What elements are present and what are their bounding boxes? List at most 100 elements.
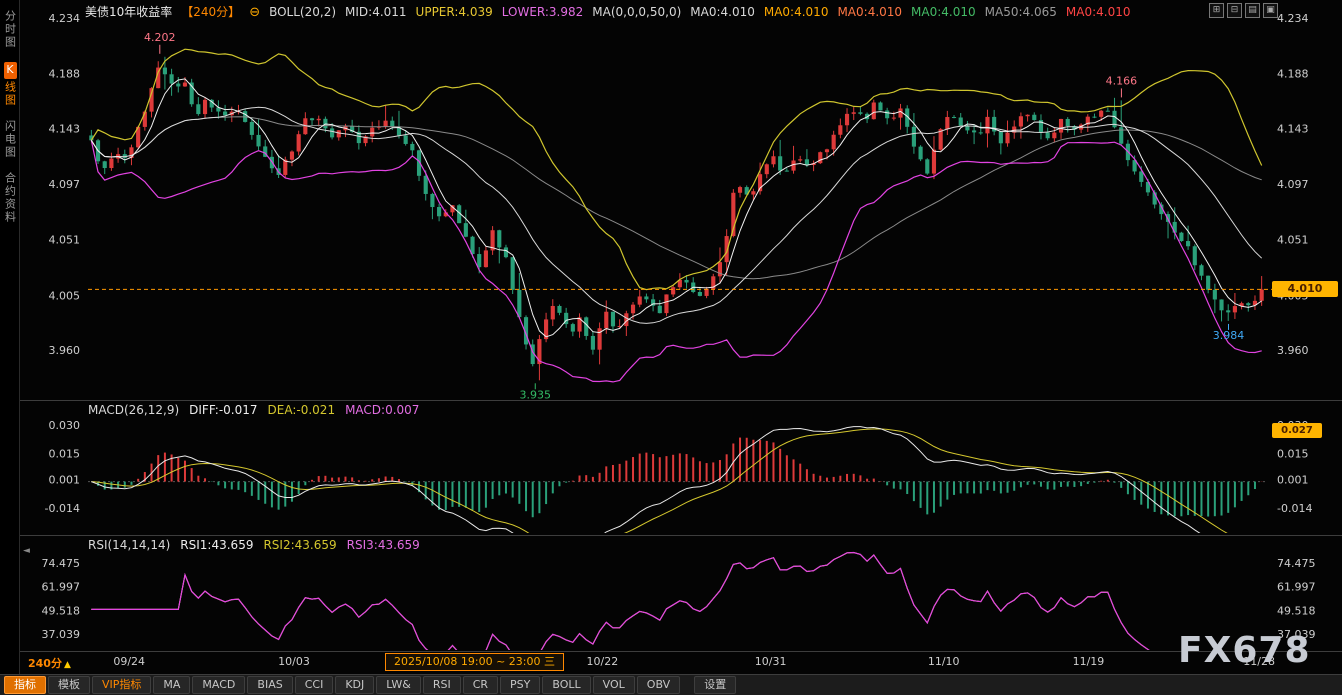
axis-tick-label: 4.051 [49,234,81,247]
axis-tick-label: 0.001 [49,474,81,487]
zoom-out-icon[interactable]: ⊖ [249,5,260,20]
axis-tick-label: 0.015 [1277,447,1309,460]
tab-kdj[interactable]: KDJ [335,676,374,694]
layout-grid-icon[interactable]: ⊞ [1209,3,1224,18]
rsi-header: RSI(14,14,14)RSI1:43.659RSI2:43.659RSI3:… [88,538,430,552]
tab-vol[interactable]: VOL [593,676,635,694]
rsi3-value: RSI3:43.659 [347,538,420,552]
axis-tick-label: 0.015 [49,447,81,460]
period-arrow-icon: ▲ [64,660,71,670]
date-label: 09/24 [113,655,145,668]
indicator-header-bar: 美债10年收益率【240分】 ⊖ BOLL(20,2) MID:4.011 UPPER:… [20,0,1342,22]
price-annotation: 4.166 [1106,74,1138,87]
macd-value: MACD:0.007 [345,403,419,417]
sidebar-item-kline-chart[interactable]: K 线图 [1,62,19,107]
boll-lower-value: LOWER:3.982 [502,5,584,19]
axis-tick-label: 4.097 [49,178,81,191]
indicator-toolbar: 指标模板VIP指标MAMACDBIASCCIKDJLW&RSICRPSYBOLL… [0,674,1342,695]
chart-type-sidebar: 分时图 K 线图闪电图合约资料 [0,0,20,674]
axis-tick-label: 0.030 [49,419,81,432]
rsi1-value: RSI1:43.659 [180,538,253,552]
sidebar-item-label: 合约资料 [4,172,17,224]
kline-badge: K [4,62,17,79]
sidebar-item-lightning-chart[interactable]: 闪电图 [1,120,19,159]
axis-tick-label: 74.475 [1277,557,1316,570]
date-label: 10/22 [586,655,618,668]
price-annotation: 3.984 [1213,329,1245,342]
tab-macd[interactable]: MACD [192,676,245,694]
boll-params: BOLL(20,2) [269,5,336,19]
macd-histogram-layer [91,438,1261,518]
ma-value-5: MA0:4.010 [1066,5,1131,19]
tab-cr[interactable]: CR [463,676,498,694]
period-selector[interactable]: 240分▲ [28,655,71,671]
axis-tick-label: 61.997 [42,581,81,594]
watermark: FX678 [1178,630,1311,671]
last-price-tag: 4.010 [1272,281,1338,297]
header-stats: 美债10年收益率【240分】 ⊖ BOLL(20,2) MID:4.011 UPPER:… [85,3,1139,20]
ma-params: MA(0,0,0,50,0) [592,5,681,19]
window-layout-controls: ⊞⊟▤▣ [1209,3,1278,18]
boll-lower-line [91,140,1261,382]
sidebar-item-timeshare-chart[interactable]: 分时图 [1,10,19,49]
tab-cci[interactable]: CCI [295,676,334,694]
layout-rows-icon[interactable]: ⊟ [1227,3,1242,18]
axis-tick-label: 4.143 [1277,122,1309,135]
axis-tick-label: 74.475 [42,557,81,570]
tab-indicators[interactable]: 指标 [4,676,46,694]
tab-bias[interactable]: BIAS [247,676,292,694]
date-label: 11/19 [1073,655,1105,668]
tab-boll[interactable]: BOLL [542,676,590,694]
boll-upper-value: UPPER:4.039 [416,5,493,19]
axis-tick-label: 4.005 [49,289,81,302]
macd-params: MACD(26,12,9) [88,403,179,417]
layout-panels-icon[interactable]: ▤ [1245,3,1260,18]
axis-tick-label: 4.097 [1277,178,1309,191]
macd-current-tag: 0.027 [1272,423,1322,438]
selected-time-range: 2025/10/08 19:00 ~ 23:00 三 [385,653,564,671]
ma-value-0: MA0:4.010 [690,5,755,19]
boll-mid-line [91,107,1261,323]
axis-tick-label: 0.001 [1277,474,1309,487]
tab-psy[interactable]: PSY [500,676,540,694]
ma-value-3: MA0:4.010 [911,5,976,19]
time-axis: 240分▲ 2025/10/08 19:00 ~ 23:00 三 09/24 10… [20,652,1342,673]
rsi2-value: RSI2:43.659 [263,538,336,552]
period-label: 240分 [28,657,62,670]
ma-value-2: MA0:4.010 [837,5,902,19]
axis-tick-label: -0.014 [1277,502,1312,515]
candles-layer [89,57,1263,381]
tab-templates[interactable]: 模板 [48,676,90,694]
date-label: 10/03 [278,655,310,668]
sidebar-item-label: 分时图 [4,10,17,49]
ma50-value: MA50:4.065 [985,5,1057,19]
boll-mid-value: MID:4.011 [345,5,407,19]
app-root: 4.2024.1663.9353.9844.2344.2344.1884.188… [0,0,1342,695]
fullscreen-icon[interactable]: ▣ [1263,3,1278,18]
price-annotation: 4.202 [144,31,176,44]
macd-header: MACD(26,12,9)DIFF:-0.017DEA:-0.021MACD:0… [88,403,429,417]
axis-tick-label: 4.188 [1277,68,1309,81]
axis-tick-label: 49.518 [42,604,81,617]
tab-vip-indicators[interactable]: VIP指标 [92,676,151,694]
ma-value-1: MA0:4.010 [764,5,829,19]
axis-tick-label: 3.960 [49,344,81,357]
rsi-collapse-icon[interactable]: ◄ [23,546,30,556]
axis-tick-label: 4.143 [49,122,81,135]
sidebar-item-contract-info[interactable]: 合约资料 [1,172,19,224]
tab-lw[interactable]: LW& [376,676,421,694]
period-tag: 【240分】 [181,5,240,19]
sidebar-item-label: 线图 [4,81,17,107]
axis-tick-label: -0.014 [45,502,80,515]
panel-divider [20,400,1342,401]
ma50-line [91,117,1261,279]
tab-settings[interactable]: 设置 [694,676,736,694]
axis-tick-label: 3.960 [1277,344,1309,357]
tab-rsi[interactable]: RSI [423,676,461,694]
tab-ma[interactable]: MA [153,676,190,694]
date-label: 11/10 [928,655,960,668]
tab-obv[interactable]: OBV [637,676,680,694]
instrument-title: 美债10年收益率 [85,5,172,19]
axis-tick-label: 4.051 [1277,234,1309,247]
price-chart-canvas[interactable]: 4.2024.1663.9353.9844.2344.2344.1884.188… [0,0,1342,695]
